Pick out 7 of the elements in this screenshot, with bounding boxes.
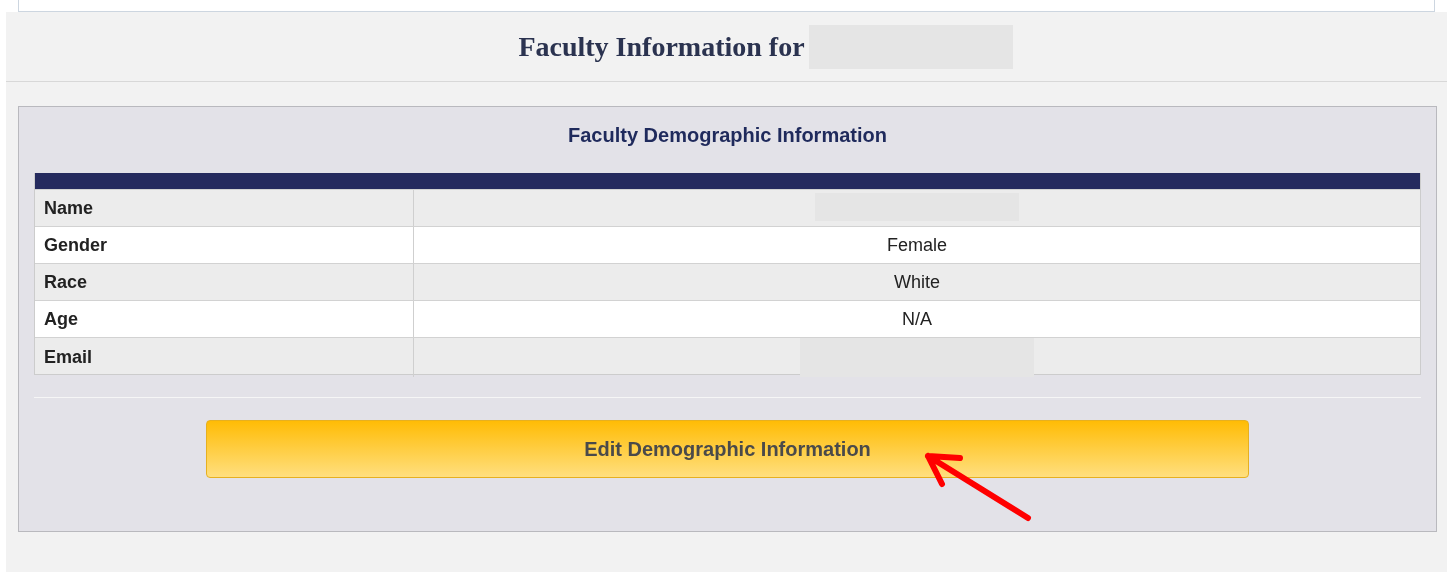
section-heading: Faculty Demographic Information [567, 123, 888, 148]
edit-button[interactable]: Edit Demographic Information [206, 420, 1249, 478]
page-title: Faculty Information for [518, 30, 805, 63]
field-value: White [893, 270, 941, 294]
field-value: N/A [901, 307, 933, 331]
field-label: Email [35, 338, 414, 377]
field-value: Female [886, 233, 948, 257]
